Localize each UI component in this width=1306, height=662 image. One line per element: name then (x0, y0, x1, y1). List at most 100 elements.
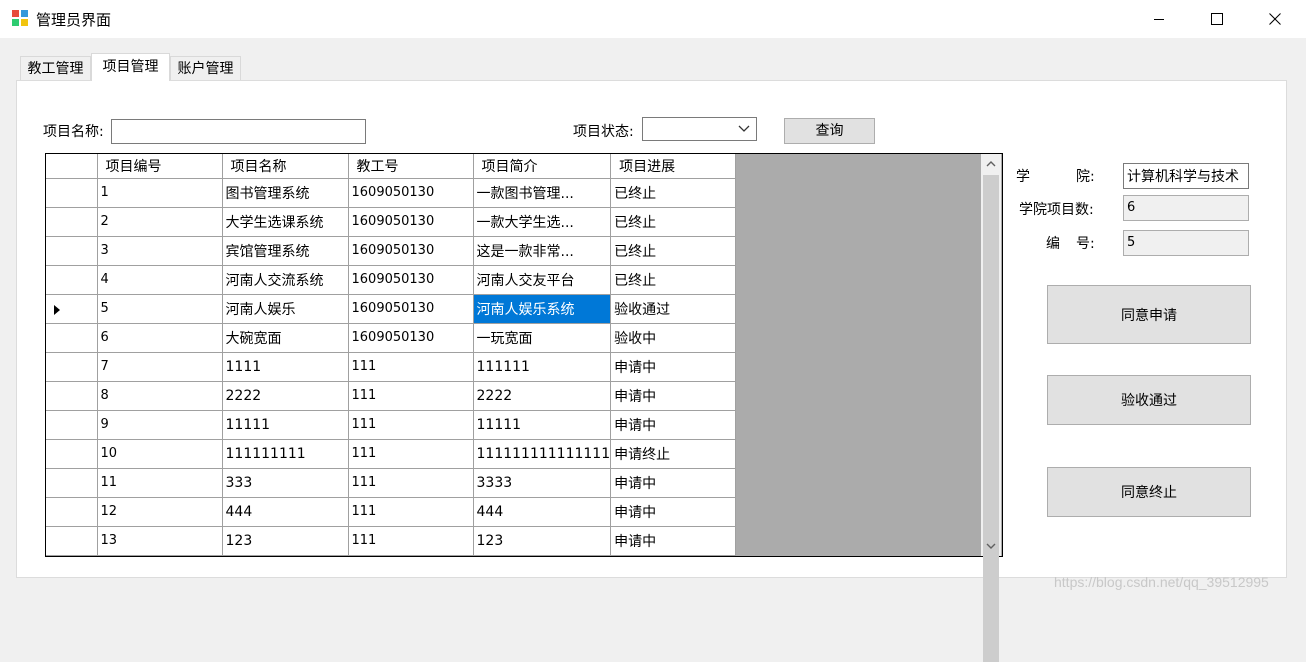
cell-project-summary[interactable]: 一款图书管理... (473, 178, 612, 208)
college-field[interactable]: 计算机科学与技术 (1123, 163, 1249, 189)
table-row[interactable]: 6 大碗宽面 1609050130 一玩宽面 验收中 (46, 323, 737, 353)
cell-project-name[interactable]: 河南人娱乐 (222, 294, 349, 324)
tab-project-management[interactable]: 项目管理 (91, 53, 170, 81)
scroll-up-button[interactable] (981, 154, 1001, 174)
cell-project-summary[interactable]: 这是一款非常... (473, 236, 612, 266)
cell-project-name[interactable]: 333 (222, 468, 349, 498)
cell-project-summary[interactable]: 一款大学生选... (473, 207, 612, 237)
cell-project-id[interactable]: 7 (97, 352, 223, 382)
minimize-button[interactable] (1130, 0, 1188, 38)
table-row[interactable]: 12 444 111 444 申请中 (46, 497, 737, 527)
cell-project-name[interactable]: 1111 (222, 352, 349, 382)
cell-project-name[interactable]: 123 (222, 526, 349, 556)
row-header[interactable] (46, 439, 98, 469)
cell-project-summary[interactable]: 111111111111111 (473, 439, 612, 469)
close-button[interactable] (1246, 0, 1304, 38)
table-row[interactable]: 13 123 111 123 申请中 (46, 526, 737, 556)
cell-project-summary[interactable]: 河南人交友平台 (473, 265, 612, 295)
cell-project-progress[interactable]: 申请中 (610, 352, 737, 382)
table-row[interactable]: 2 大学生选课系统 1609050130 一款大学生选... 已终止 (46, 207, 737, 237)
cell-project-name[interactable]: 444 (222, 497, 349, 527)
row-header[interactable] (46, 207, 98, 237)
table-row[interactable]: 8 2222 111 2222 申请中 (46, 381, 737, 411)
cell-teacher-id[interactable]: 1609050130 (348, 207, 474, 237)
cell-project-summary[interactable]: 444 (473, 497, 612, 527)
column-header-project-progress[interactable]: 项目进展 (610, 154, 737, 179)
maximize-button[interactable] (1188, 0, 1246, 38)
row-header[interactable] (46, 236, 98, 266)
row-header[interactable] (46, 497, 98, 527)
cell-project-progress[interactable]: 申请中 (610, 381, 737, 411)
cell-project-name[interactable]: 宾馆管理系统 (222, 236, 349, 266)
table-row[interactable]: 5 河南人娱乐 1609050130 河南人娱乐系统 验收通过 (46, 294, 737, 324)
cell-project-progress[interactable]: 申请终止 (610, 439, 737, 469)
project-name-input[interactable] (111, 119, 366, 144)
cell-project-name[interactable]: 2222 (222, 381, 349, 411)
row-header-corner[interactable] (46, 154, 98, 179)
approve-termination-button[interactable]: 同意终止 (1047, 467, 1251, 517)
cell-project-progress[interactable]: 已终止 (610, 265, 737, 295)
approve-application-button[interactable]: 同意申请 (1047, 285, 1251, 344)
cell-teacher-id[interactable]: 111 (348, 410, 474, 440)
table-row[interactable]: 10 111111111 111 111111111111111 申请终止 (46, 439, 737, 469)
cell-project-progress[interactable]: 验收中 (610, 323, 737, 353)
cell-project-id[interactable]: 2 (97, 207, 223, 237)
scroll-thumb[interactable] (983, 175, 999, 662)
cell-teacher-id[interactable]: 111 (348, 352, 474, 382)
tab-teacher-management[interactable]: 教工管理 (20, 56, 91, 80)
scroll-down-button[interactable] (981, 536, 1001, 556)
row-header[interactable] (46, 410, 98, 440)
cell-teacher-id[interactable]: 1609050130 (348, 265, 474, 295)
cell-project-summary[interactable]: 123 (473, 526, 612, 556)
cell-project-name[interactable]: 11111 (222, 410, 349, 440)
projects-grid[interactable]: 项目编号 项目名称 教工号 项目简介 项目进展 1 图书管理系统 160905013… (45, 153, 1003, 557)
cell-project-id[interactable]: 10 (97, 439, 223, 469)
table-row[interactable]: 9 11111 111 11111 申请中 (46, 410, 737, 440)
cell-project-id[interactable]: 4 (97, 265, 223, 295)
cell-teacher-id[interactable]: 1609050130 (348, 294, 474, 324)
row-header[interactable] (46, 352, 98, 382)
cell-project-summary[interactable]: 11111 (473, 410, 612, 440)
tab-account-management[interactable]: 账户管理 (170, 56, 241, 80)
cell-project-name[interactable]: 图书管理系统 (222, 178, 349, 208)
cell-project-progress[interactable]: 申请中 (610, 410, 737, 440)
table-row[interactable]: 1 图书管理系统 1609050130 一款图书管理... 已终止 (46, 178, 737, 208)
row-header[interactable] (46, 294, 98, 324)
column-header-teacher-id[interactable]: 教工号 (348, 154, 474, 179)
row-header[interactable] (46, 323, 98, 353)
table-row[interactable]: 11 333 111 3333 申请中 (46, 468, 737, 498)
cell-project-id[interactable]: 12 (97, 497, 223, 527)
cell-project-progress[interactable]: 申请中 (610, 526, 737, 556)
column-header-project-summary[interactable]: 项目简介 (473, 154, 612, 179)
grid-vertical-scrollbar[interactable] (981, 154, 1001, 662)
cell-project-progress[interactable]: 已终止 (610, 236, 737, 266)
cell-teacher-id[interactable]: 111 (348, 468, 474, 498)
row-header[interactable] (46, 178, 98, 208)
row-header[interactable] (46, 265, 98, 295)
table-row[interactable]: 4 河南人交流系统 1609050130 河南人交友平台 已终止 (46, 265, 737, 295)
cell-project-progress[interactable]: 已终止 (610, 207, 737, 237)
cell-teacher-id[interactable]: 1609050130 (348, 178, 474, 208)
cell-project-id[interactable]: 13 (97, 526, 223, 556)
acceptance-pass-button[interactable]: 验收通过 (1047, 375, 1251, 425)
cell-project-id[interactable]: 11 (97, 468, 223, 498)
column-header-project-name[interactable]: 项目名称 (222, 154, 349, 179)
cell-teacher-id[interactable]: 111 (348, 439, 474, 469)
cell-project-summary[interactable]: 一玩宽面 (473, 323, 612, 353)
row-header[interactable] (46, 468, 98, 498)
column-header-project-id[interactable]: 项目编号 (97, 154, 223, 179)
cell-project-summary[interactable]: 3333 (473, 468, 612, 498)
cell-project-progress[interactable]: 验收通过 (610, 294, 737, 324)
cell-project-id[interactable]: 8 (97, 381, 223, 411)
cell-teacher-id[interactable]: 111 (348, 526, 474, 556)
table-row[interactable]: 7 1111 111 111111 申请中 (46, 352, 737, 382)
cell-teacher-id[interactable]: 1609050130 (348, 236, 474, 266)
cell-project-id[interactable]: 6 (97, 323, 223, 353)
cell-project-id[interactable]: 1 (97, 178, 223, 208)
row-header[interactable] (46, 381, 98, 411)
cell-project-name[interactable]: 河南人交流系统 (222, 265, 349, 295)
table-row[interactable]: 3 宾馆管理系统 1609050130 这是一款非常... 已终止 (46, 236, 737, 266)
cell-teacher-id[interactable]: 111 (348, 497, 474, 527)
query-button[interactable]: 查询 (784, 118, 875, 144)
cell-project-name[interactable]: 111111111 (222, 439, 349, 469)
